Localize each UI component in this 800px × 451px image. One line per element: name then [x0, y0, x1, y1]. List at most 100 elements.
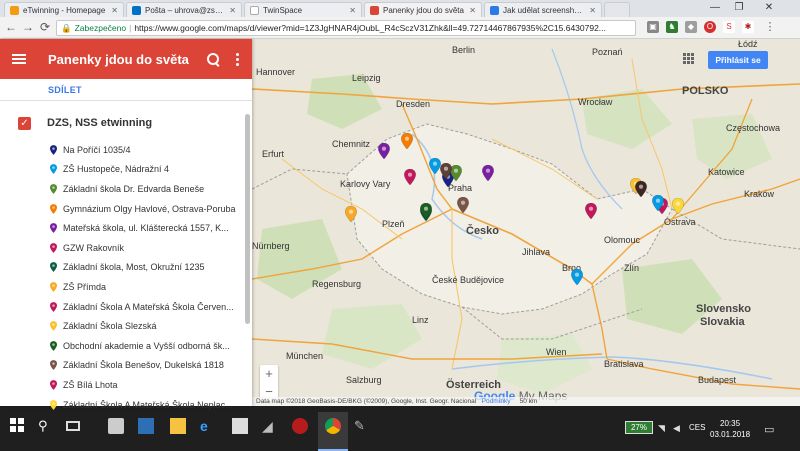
map-marker-icon — [50, 360, 57, 371]
map-label-katowice: Katowice — [708, 167, 745, 177]
file-explorer-icon[interactable] — [170, 418, 186, 434]
apps-grid-icon[interactable] — [683, 53, 695, 65]
layer-checkbox[interactable]: ✓ — [18, 116, 31, 130]
tab-label: Panenky jdou do světa — [383, 5, 464, 15]
tab-close-icon[interactable]: ✕ — [111, 6, 118, 15]
tab-posta[interactable]: Pošta – uhrova@zsben.c ✕ — [126, 2, 242, 17]
map-marker-icon — [50, 203, 57, 214]
tab-label: eTwinning - Homepage — [23, 5, 106, 15]
tab-etwinning[interactable]: eTwinning - Homepage ✕ — [4, 2, 124, 17]
map-pin[interactable] — [440, 163, 452, 179]
map-pin[interactable] — [571, 269, 583, 285]
mail-icon[interactable] — [232, 418, 248, 434]
place-list-item[interactable]: ZŠ Hustopeče, Nádražní 4 — [0, 160, 244, 180]
map-pin[interactable] — [404, 169, 416, 185]
map-marker-icon — [50, 282, 57, 292]
map-pin[interactable] — [652, 195, 664, 211]
paint-icon[interactable]: ✎ — [354, 418, 370, 434]
place-list-item[interactable]: Gymnázium Olgy Havlové, Ostrava-Poruba — [0, 199, 244, 219]
secure-label: Zabezpečeno — [74, 23, 127, 33]
notifications-icon[interactable]: ▭ — [764, 423, 774, 436]
place-list-item[interactable]: Základní Škola Slezská — [0, 316, 244, 336]
tab-screenshot[interactable]: Jak udělat screenshot? Ja ✕ — [484, 2, 602, 17]
address-bar[interactable]: 🔒 Zabezpečeno | https://www.google.com/m… — [56, 20, 636, 36]
map-pin[interactable] — [457, 197, 469, 213]
minimize-icon[interactable]: — — [706, 2, 724, 13]
tab-close-icon[interactable]: ✕ — [229, 6, 236, 15]
reload-icon[interactable]: ⟳ — [38, 20, 52, 34]
place-list-item[interactable]: Obchodní akademie a Vyšší odborná šk... — [0, 336, 244, 356]
tab-close-icon[interactable]: ✕ — [349, 6, 356, 15]
s-extension-icon[interactable]: S — [723, 21, 735, 33]
map-label-dresden: Dresden — [396, 99, 431, 109]
map-pin[interactable] — [420, 203, 432, 219]
place-list-item[interactable]: GZW Rakovník — [0, 238, 244, 258]
map-label-chemnitz: Chemnitz — [332, 139, 371, 149]
chrome-taskbar-active[interactable] — [318, 412, 348, 451]
scrollbar[interactable] — [245, 114, 250, 324]
edge-icon[interactable]: e — [200, 418, 216, 434]
chrome-menu-icon[interactable]: ⋮ — [764, 21, 776, 33]
map-pin[interactable] — [345, 206, 357, 222]
tab-panenky[interactable]: Panenky jdou do světa ✕ — [364, 2, 482, 17]
map-pin[interactable] — [672, 198, 684, 214]
place-list-item[interactable]: ZŠ Bílá Lhota — [0, 375, 244, 395]
place-list-item[interactable]: Základní škola Dr. Edvarda Beneše — [0, 179, 244, 199]
battery-indicator[interactable]: 27% — [625, 421, 653, 434]
lastpass-extension-icon[interactable]: ✱ — [742, 21, 754, 33]
place-list-item[interactable]: Mateřská škola, ul. Klášterecká 1557, K.… — [0, 218, 244, 238]
map-label-budapest: Budapest — [698, 375, 737, 385]
map-marker-icon — [50, 340, 57, 351]
map-pin[interactable] — [378, 143, 390, 159]
back-arrow-icon[interactable]: ← — [4, 20, 18, 34]
windows-start-icon[interactable] — [10, 418, 26, 434]
zoom-in-button[interactable]: + — [260, 365, 278, 383]
more-options-icon[interactable] — [236, 51, 240, 68]
language-indicator[interactable]: CES — [689, 423, 705, 432]
search-icon[interactable] — [206, 52, 220, 66]
map-pin[interactable] — [401, 133, 413, 149]
share-button[interactable]: SDÍLET — [48, 85, 82, 95]
map-marker-icon — [345, 206, 357, 222]
maximize-icon[interactable]: ❐ — [730, 2, 748, 13]
tab-close-icon[interactable]: ✕ — [589, 6, 596, 15]
app-icon[interactable]: ◢ — [262, 418, 278, 434]
tab-twinspace[interactable]: TwinSpace ✕ — [244, 2, 362, 17]
place-list-item[interactable]: Na Poříčí 1035/4 — [0, 140, 244, 160]
computer-icon[interactable] — [138, 418, 154, 434]
map-marker-icon — [420, 203, 432, 219]
volume-icon[interactable]: ◀ — [673, 423, 680, 434]
terms-link[interactable]: Podmínky — [482, 398, 511, 405]
new-tab-button[interactable] — [604, 2, 630, 17]
place-label: Základní škola, Most, Okružní 1235 — [63, 262, 205, 273]
search-taskbar-icon[interactable]: ⚲ — [38, 418, 54, 434]
lock-icon: 🔒 — [61, 22, 72, 33]
map-marker-icon — [672, 198, 684, 214]
opera-extension-icon[interactable]: O — [704, 21, 716, 33]
place-list-item[interactable]: Základní Škola A Mateřská Škola Neplac..… — [0, 395, 244, 415]
task-view-icon[interactable] — [66, 421, 80, 431]
place-list-item[interactable]: Základní Škola A Mateřská Škola Červen..… — [0, 297, 244, 317]
antivirus-icon[interactable] — [292, 418, 308, 434]
place-list-item[interactable]: Základní škola, Most, Okružní 1235 — [0, 258, 244, 278]
store-icon[interactable] — [108, 418, 124, 434]
close-window-icon[interactable]: ✕ — [760, 2, 778, 13]
evernote-extension-icon[interactable]: ♞ — [666, 21, 678, 33]
cube-extension-icon[interactable]: ◆ — [685, 21, 697, 33]
map-canvas[interactable]: Hannover Berlin Poznań Łódź Leipzig Dres… — [252, 39, 800, 406]
map-pin[interactable] — [585, 203, 597, 219]
map-label-leipzig: Leipzig — [352, 73, 381, 83]
place-list-item[interactable]: Základní Škola Benešov, Dukelská 1818 — [0, 356, 244, 376]
hamburger-menu-icon[interactable] — [12, 52, 26, 66]
forward-arrow-icon[interactable]: → — [21, 20, 35, 34]
screenshot-extension-icon[interactable]: ▣ — [647, 21, 659, 33]
place-list-item[interactable]: ZŠ Přímda — [0, 277, 244, 297]
tab-close-icon[interactable]: ✕ — [469, 6, 476, 15]
network-icon[interactable]: ◥ — [658, 423, 665, 434]
map-label-hannover: Hannover — [256, 67, 296, 77]
map-pin[interactable] — [635, 181, 647, 197]
map-pin[interactable] — [482, 165, 494, 181]
clock[interactable]: 20:35 03.01.2018 — [710, 418, 750, 440]
place-label: Základní Škola A Mateřská Škola Neplac..… — [63, 399, 233, 410]
sign-in-button[interactable]: Přihlásit se — [708, 51, 768, 69]
